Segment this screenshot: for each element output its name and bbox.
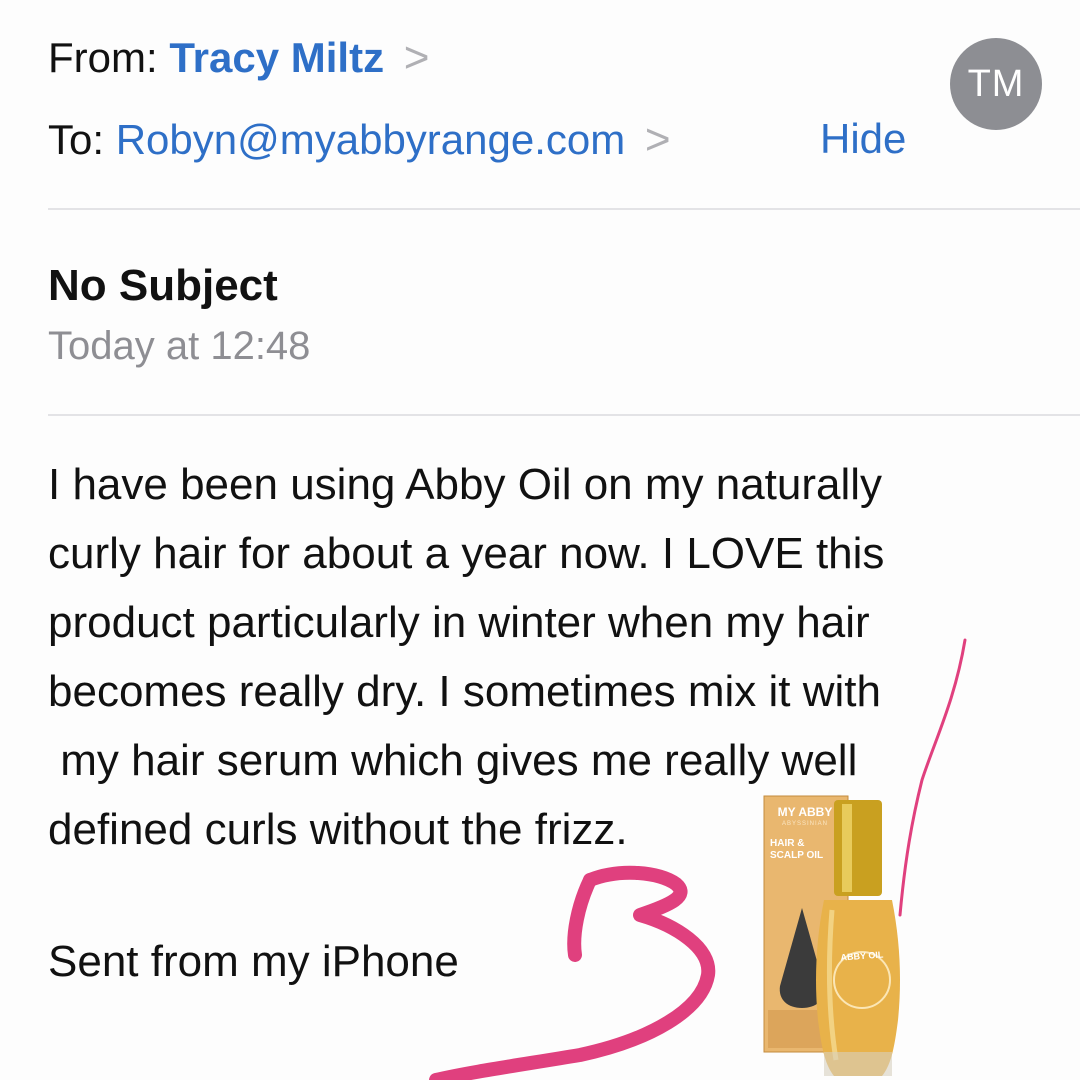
product-photo: MY ABBY ABYSSINIAN HAIR & SCALP OIL ABBY… [762,790,912,1080]
product-subbrand-label: ABYSSINIAN [781,821,828,827]
chevron-right-icon[interactable]: > [404,33,430,82]
from-row: From: Tracy Miltz > [48,36,429,80]
sender-name-link[interactable]: Tracy Miltz [169,34,384,81]
header-divider [48,208,1080,210]
hide-details-button[interactable]: Hide [820,118,906,160]
to-label: To: [48,116,105,163]
body-line: becomes really dry. I sometimes mix it w… [48,667,881,716]
from-label: From: [48,34,158,81]
message-date: Today at 12:48 [48,324,311,368]
product-brand-label: MY ABBY [777,805,833,819]
to-row: To: Robyn@myabbyrange.com > [48,118,671,162]
body-line: my hair serum which gives me really well [48,736,858,785]
body-line: product particularly in winter when my h… [48,598,870,647]
scribble-stroke [429,865,716,1080]
product-name-label: HAIR & SCALP OIL [770,838,824,861]
subject-divider [48,414,1080,416]
recipient-address-link[interactable]: Robyn@myabbyrange.com [116,116,626,163]
body-line: curly hair for about a year now. I LOVE … [48,529,885,578]
product-illustration [763,795,900,1076]
avatar-initials: TM [967,62,1025,105]
message-signature: Sent from my iPhone [48,937,459,986]
scribble-stroke [567,873,597,962]
body-line: I have been using Abby Oil on my natural… [48,460,883,509]
sender-avatar[interactable]: TM [950,38,1042,130]
message-subject: No Subject [48,261,278,310]
chevron-right-icon[interactable]: > [645,115,671,164]
